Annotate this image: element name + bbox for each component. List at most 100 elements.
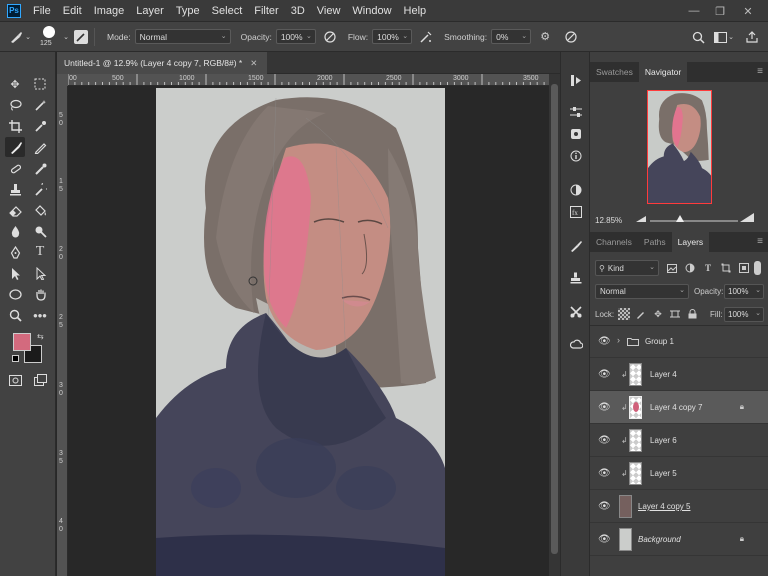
menu-filter[interactable]: Filter [248,0,284,22]
lock-position-icon[interactable]: ✥ [652,308,664,320]
menu-3d[interactable]: 3D [285,0,311,22]
history-panel-icon[interactable] [566,70,586,90]
ruler-origin[interactable] [57,74,68,86]
zoom-tool-icon[interactable] [5,305,25,325]
shape-filter-icon[interactable] [720,262,732,274]
smoothing-field[interactable]: 0% ⌄ [491,29,532,44]
eraser-icon[interactable] [5,200,25,220]
minimize-button[interactable]: — [681,0,707,22]
paint-bucket-icon[interactable] [30,200,50,220]
menu-file[interactable]: File [27,0,57,22]
visibility-eye-icon[interactable]: 👁 [598,336,611,347]
tab-swatches[interactable]: Swatches [590,62,639,82]
path-selection-icon[interactable] [5,263,25,283]
zoom-slider[interactable] [650,220,738,222]
restore-button[interactable]: ❐ [707,0,733,22]
clone-stamp-icon[interactable] [5,179,25,199]
lock-artboard-icon[interactable] [669,308,681,320]
fill-field[interactable]: 100% ⌄ [724,307,764,322]
pen-tool-icon[interactable] [5,242,25,262]
eyedropper-icon[interactable] [30,116,50,136]
gear-icon[interactable]: ⚙ [537,29,553,45]
adjustment-filter-icon[interactable] [684,262,696,274]
opacity-field[interactable]: 100% ⌄ [275,29,316,44]
filter-toggle-switch[interactable] [754,261,761,275]
chevron-down-icon[interactable]: ⌄ [62,29,70,45]
airbrush-icon[interactable] [418,29,434,45]
tab-navigator[interactable]: Navigator [638,62,688,82]
zoom-value[interactable]: 12.85% [595,216,622,225]
panel-menu-icon[interactable]: ≡ [757,236,763,247]
pressure-size-icon[interactable] [563,29,579,45]
type-filter-icon[interactable]: T [702,262,714,274]
blend-mode-select[interactable]: Normal ⌄ [595,284,689,299]
brush-size-picker[interactable]: 125 [40,23,62,51]
layer-row-layer-4-copy-7[interactable]: 👁 ↲ Layer 4 copy 7 🔒︎ [590,391,768,424]
layer-row-layer-5[interactable]: 👁 ↲ Layer 5 [590,457,768,490]
pixel-filter-icon[interactable] [666,262,678,274]
menu-layer[interactable]: Layer [130,0,170,22]
zoom-in-icon[interactable] [740,213,754,224]
brush-settings-icon[interactable] [74,29,88,44]
marquee-tool-icon[interactable] [30,74,50,94]
dodge-tool-icon[interactable] [30,221,50,241]
menu-window[interactable]: Window [346,0,397,22]
layer-row-layer-6[interactable]: 👁 ↲ Layer 6 [590,424,768,457]
tab-paths[interactable]: Paths [638,232,672,252]
brush-tool-preset-icon[interactable] [8,29,24,45]
search-icon[interactable] [690,29,706,45]
pressure-opacity-icon[interactable] [322,29,338,45]
quick-mask-icon[interactable] [5,370,25,390]
document-tab[interactable]: Untitled-1 @ 12.9% (Layer 4 copy 7, RGB/… [57,52,267,74]
hand-tool-icon[interactable] [30,284,50,304]
color-panel-icon[interactable] [566,180,586,200]
zoom-slider-knob[interactable] [676,215,684,222]
chevron-right-icon[interactable]: › [617,335,620,345]
visibility-eye-icon[interactable]: 👁 [598,534,611,545]
visibility-eye-icon[interactable]: 👁 [598,402,611,413]
libraries-panel-icon[interactable] [566,124,586,144]
layer-opacity-field[interactable]: 100% ⌄ [724,284,764,299]
mode-select[interactable]: Normal ⌄ [134,29,231,44]
visibility-eye-icon[interactable]: 👁 [598,435,611,446]
visibility-eye-icon[interactable]: 👁 [598,468,611,479]
magic-wand-icon[interactable] [30,95,50,115]
chevron-down-icon[interactable]: ⌄ [727,29,735,45]
navigator-preview[interactable] [647,90,712,204]
lock-all-icon[interactable] [686,308,698,320]
artwork-canvas[interactable] [156,88,445,576]
close-tab-icon[interactable]: ✕ [250,58,257,69]
foreground-color-swatch-top[interactable] [13,333,31,351]
adjustments-panel-icon[interactable] [566,102,586,122]
ellipse-tool-icon[interactable] [5,284,25,304]
swap-colors-icon[interactable]: ⇆ [37,332,44,341]
brush-tool-icon[interactable] [5,137,25,157]
lasso-tool-icon[interactable] [5,95,25,115]
flow-field[interactable]: 100% ⌄ [372,29,413,44]
crop-tool-icon[interactable] [5,116,25,136]
styles-panel-icon[interactable]: fx [566,202,586,222]
type-tool-icon[interactable]: T [30,242,50,262]
info-icon[interactable] [566,146,586,166]
menu-help[interactable]: Help [398,0,433,22]
creative-cloud-icon[interactable] [566,334,586,354]
smart-object-filter-icon[interactable] [738,262,750,274]
lock-transparent-icon[interactable] [618,308,630,320]
layer-filter-select[interactable]: ⚲ Kind ⌄ [595,260,659,276]
panel-menu-icon[interactable]: ≡ [757,66,763,77]
history-brush-icon[interactable] [30,179,50,199]
layer-row-background[interactable]: 👁 Background 🔒︎ [590,523,768,556]
mixer-brush-icon[interactable] [30,158,50,178]
menu-image[interactable]: Image [88,0,131,22]
more-tools-icon[interactable]: ••• [30,305,50,325]
canvas-area[interactable] [68,86,549,576]
menu-edit[interactable]: Edit [57,0,88,22]
horizontal-ruler[interactable]: 00 500 1000 1500 2000 2500 3000 3500 [68,74,549,86]
visibility-eye-icon[interactable]: 👁 [598,369,611,380]
workspace-icon[interactable] [712,29,728,45]
close-window-button[interactable]: ✕ [735,0,761,22]
healing-brush-icon[interactable] [5,158,25,178]
lock-image-icon[interactable] [635,308,647,320]
screen-mode-icon[interactable] [30,370,50,390]
layer-row-group-1[interactable]: 👁 › Group 1 [590,325,768,358]
